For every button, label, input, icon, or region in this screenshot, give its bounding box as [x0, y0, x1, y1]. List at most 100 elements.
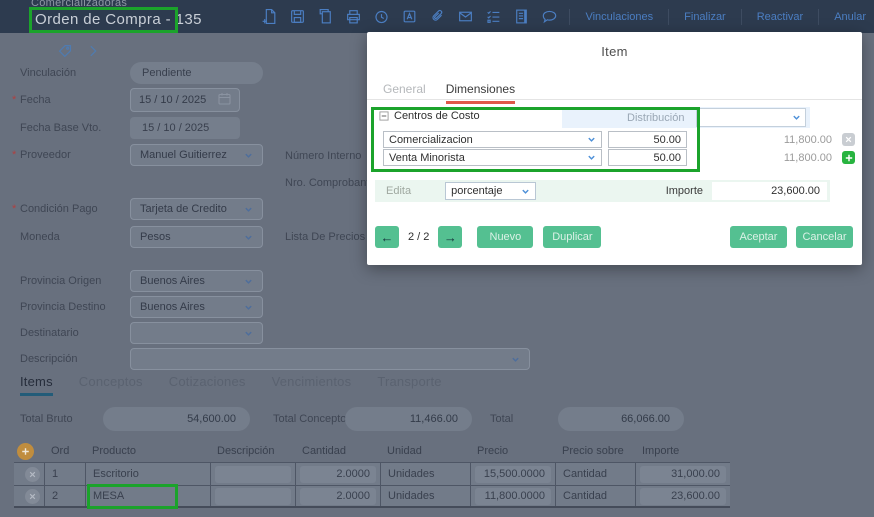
required-marker: *	[12, 203, 17, 215]
anular-button[interactable]: Anular	[830, 11, 870, 23]
tab-items[interactable]: Items	[20, 374, 53, 396]
provincia-destino-select[interactable]: Buenos Aires	[130, 296, 263, 318]
tab-transporte[interactable]: Transporte	[377, 374, 441, 396]
next-item-button[interactable]: →	[438, 226, 463, 248]
mail-icon[interactable]	[457, 8, 474, 25]
cell-producto[interactable]: Escritorio	[85, 463, 210, 485]
chevron-down-icon	[245, 305, 252, 310]
nro-comprobante-label: Nro. Comprobante	[285, 177, 376, 189]
comment-icon[interactable]	[541, 8, 558, 25]
cell-cantidad-input[interactable]: 2.0000	[300, 465, 376, 483]
tab-cotizaciones[interactable]: Cotizaciones	[169, 374, 246, 396]
chevron-right-icon[interactable]	[86, 44, 100, 63]
edita-row: Edita porcentaje Importe	[375, 180, 830, 202]
importe-input[interactable]	[712, 182, 827, 200]
tab-conceptos[interactable]: Conceptos	[79, 374, 143, 396]
cell-descripcion-input[interactable]	[215, 487, 291, 505]
reactivar-button[interactable]: Reactivar	[753, 11, 807, 23]
prev-item-button[interactable]: ←	[375, 226, 399, 248]
cancelar-button[interactable]: Cancelar	[796, 226, 853, 248]
destinatario-label: Destinatario	[20, 327, 79, 339]
chevron-down-icon	[245, 235, 252, 240]
proveedor-row: * Proveedor Manuel Guitierrez	[12, 144, 263, 166]
copy-icon[interactable]	[317, 8, 334, 25]
fecha-field[interactable]: 15 / 10 / 2025	[130, 88, 240, 112]
cell-precio-input[interactable]: 15,500.0000	[475, 465, 551, 483]
aceptar-button[interactable]: Aceptar	[730, 226, 787, 248]
delete-row-icon[interactable]	[25, 466, 40, 482]
centros-costo-label: Centros de Costo	[394, 110, 480, 122]
tab-vencimientos[interactable]: Vencimientos	[272, 374, 352, 396]
edita-label: Edita	[386, 185, 412, 197]
lista-precios-label: Lista De Precios	[285, 231, 366, 243]
add-centro-icon[interactable]	[842, 151, 855, 164]
centro-select[interactable]: Venta Minorista	[383, 149, 602, 166]
format-a-icon[interactable]	[401, 8, 418, 25]
moneda-label: Moneda	[20, 231, 60, 243]
total-label: Total	[490, 413, 514, 425]
history-icon[interactable]	[373, 8, 390, 25]
collapse-icon[interactable]	[379, 111, 389, 121]
toolbar-separator	[569, 8, 571, 25]
toolbar-separator	[818, 8, 820, 25]
print-icon[interactable]	[345, 8, 362, 25]
attachment-icon[interactable]	[429, 8, 446, 25]
top-bar: Comercializadoras Orden de Compra - 135 …	[0, 0, 874, 33]
vinculacion-field: Pendiente	[130, 62, 263, 84]
col-header-cantidad: Cantidad	[302, 445, 347, 457]
distribucion-strip: Distribución	[562, 107, 810, 128]
col-header-precio-sobre: Precio sobre	[562, 445, 624, 457]
breadcrumb[interactable]: Comercializadoras	[31, 0, 127, 9]
vinculaciones-button[interactable]: Vinculaciones	[581, 11, 657, 23]
descripcion-field[interactable]	[130, 348, 530, 370]
toolbar-separator	[740, 8, 742, 25]
distribucion-select[interactable]	[696, 108, 807, 127]
destinatario-select[interactable]	[130, 322, 263, 344]
toolbar-separator	[668, 8, 670, 25]
modal-tab-general[interactable]: General	[383, 82, 426, 104]
cell-precio-sobre: Cantidad	[555, 486, 635, 506]
fecha-base-field: 15 / 10 / 2025	[130, 117, 240, 139]
remove-centro-icon[interactable]	[842, 133, 855, 146]
chevron-down-icon	[793, 115, 801, 120]
nuevo-button[interactable]: Nuevo	[477, 226, 534, 248]
required-marker: *	[12, 94, 17, 106]
cell-cantidad-input[interactable]: 2.0000	[300, 487, 376, 505]
porcentaje-input[interactable]	[608, 131, 687, 148]
provincia-origen-label: Provincia Origen	[20, 275, 102, 287]
items-table: Ord Producto Descripción Cantidad Unidad…	[14, 440, 730, 508]
moneda-select[interactable]: Pesos	[130, 226, 263, 248]
centro-select[interactable]: Comercializacion	[383, 131, 602, 148]
new-document-icon[interactable]	[261, 8, 278, 25]
cell-descripcion-input[interactable]	[215, 465, 291, 483]
vinculacion-label: Vinculación	[20, 67, 77, 79]
chevron-down-icon	[245, 153, 252, 158]
calendar-icon[interactable]	[218, 92, 231, 108]
report-icon[interactable]	[513, 8, 530, 25]
finalizar-button[interactable]: Finalizar	[680, 11, 730, 23]
provincia-origen-select[interactable]: Buenos Aires	[130, 270, 263, 292]
provincia-origen-row: Provincia Origen Buenos Aires	[20, 270, 263, 292]
total-bruto-value: 54,600.00	[103, 407, 250, 431]
modal-tab-dimensiones[interactable]: Dimensiones	[445, 82, 516, 104]
delete-row-icon[interactable]	[25, 488, 40, 504]
tag-icon[interactable]	[58, 44, 72, 63]
proveedor-select[interactable]: Manuel Guitierrez	[130, 144, 263, 166]
porcentaje-input[interactable]	[608, 149, 687, 166]
checklist-icon[interactable]	[485, 8, 502, 25]
cell-importe: 31,000.00	[640, 465, 726, 483]
cell-precio-input[interactable]: 11,800.0000	[475, 487, 551, 505]
cell-ord: 2	[44, 486, 85, 506]
duplicar-button[interactable]: Duplicar	[543, 226, 602, 248]
edita-select[interactable]: porcentaje	[445, 182, 537, 200]
cell-producto[interactable]: MESA	[85, 486, 210, 506]
chevron-down-icon	[245, 207, 252, 212]
chevron-down-icon	[588, 155, 595, 160]
modal-tabs: General Dimensiones	[383, 82, 516, 104]
centro-costo-row: Comercializacion 11,800.00	[383, 131, 855, 148]
condicion-pago-select[interactable]: Tarjeta de Credito	[130, 198, 263, 220]
provincia-destino-row: Provincia Destino Buenos Aires	[20, 296, 263, 318]
add-row-button[interactable]	[17, 442, 34, 460]
destinatario-row: Destinatario	[20, 322, 263, 344]
save-icon[interactable]	[289, 8, 306, 25]
